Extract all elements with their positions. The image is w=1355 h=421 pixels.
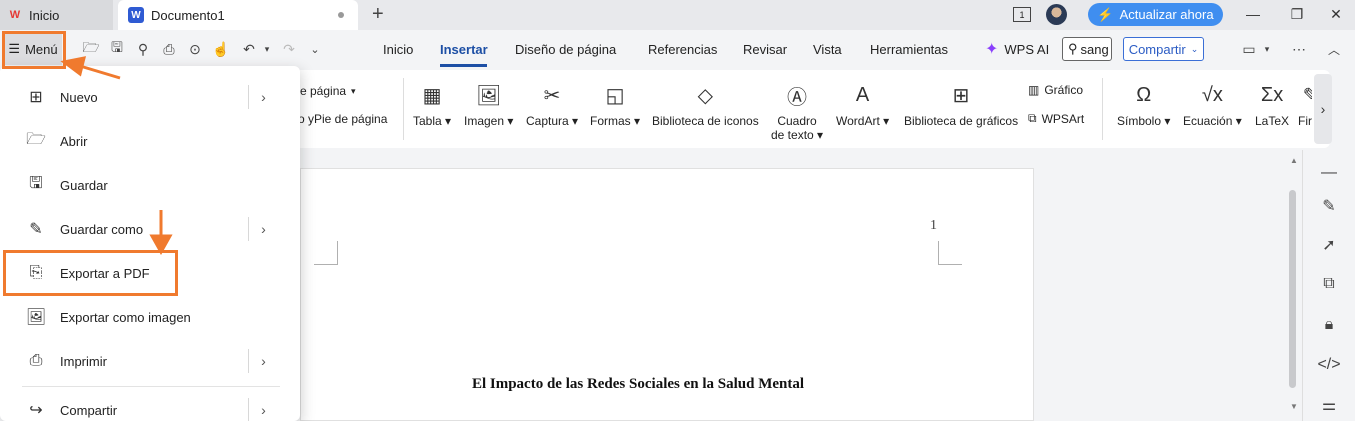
annotation-arrows xyxy=(60,56,173,256)
arrow-to-menu xyxy=(60,56,121,80)
arrow-to-export xyxy=(149,210,173,256)
